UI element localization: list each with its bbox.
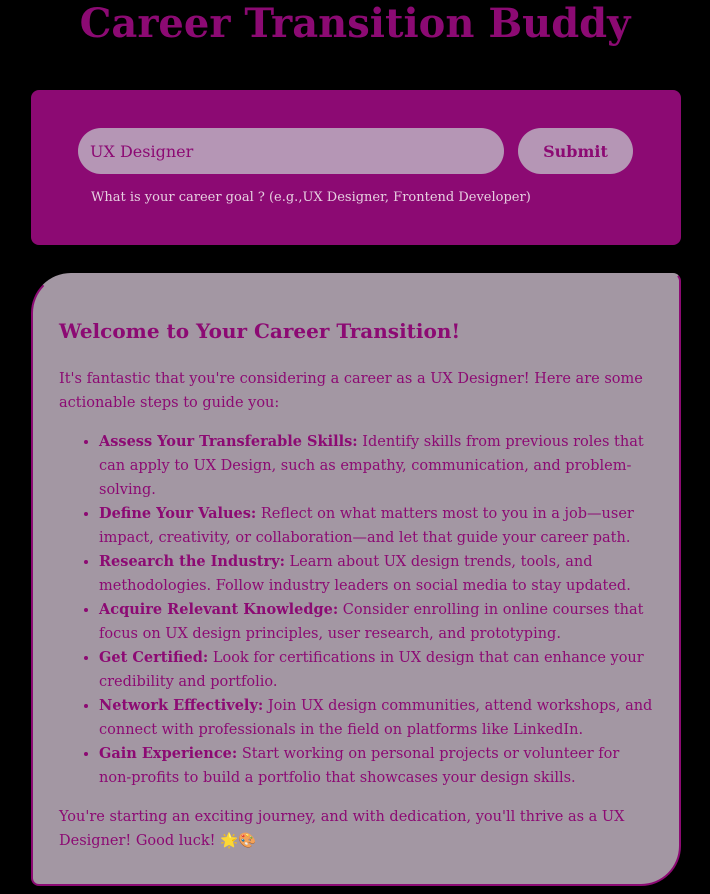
advice-heading: Welcome to Your Career Transition! [59,319,461,343]
step-title: Get Certified: [99,649,209,666]
career-goal-hint: What is your career goal ? (e.g.,UX Desi… [91,190,531,205]
steps-list: Assess Your Transferable Skills: Identif… [59,430,653,790]
step-title: Define Your Values: [99,505,257,522]
step-title: Assess Your Transferable Skills: [99,433,358,450]
list-item: Network Effectively: Join UX design comm… [99,694,653,742]
submit-button[interactable]: Submit [518,128,633,174]
advice-intro: It's fantastic that you're considering a… [59,371,643,411]
list-item: Get Certified: Look for certifications i… [99,646,653,694]
list-item: Assess Your Transferable Skills: Identif… [99,430,653,502]
career-goal-form: Submit What is your career goal ? (e.g.,… [31,90,681,245]
step-title: Gain Experience: [99,745,238,762]
list-item: Research the Industry: Learn about UX de… [99,550,653,598]
list-item: Gain Experience: Start working on person… [99,742,653,790]
list-item: Define Your Values: Reflect on what matt… [99,502,653,550]
step-title: Acquire Relevant Knowledge: [99,601,339,618]
step-title: Research the Industry: [99,553,285,570]
career-goal-input[interactable] [78,128,504,174]
career-advice-card: Welcome to Your Career Transition! It's … [31,273,681,886]
advice-outro: You're starting an exciting journey, and… [59,809,625,849]
page-title: Career Transition Buddy [79,0,631,47]
list-item: Acquire Relevant Knowledge: Consider enr… [99,598,653,646]
step-title: Network Effectively: [99,697,264,714]
